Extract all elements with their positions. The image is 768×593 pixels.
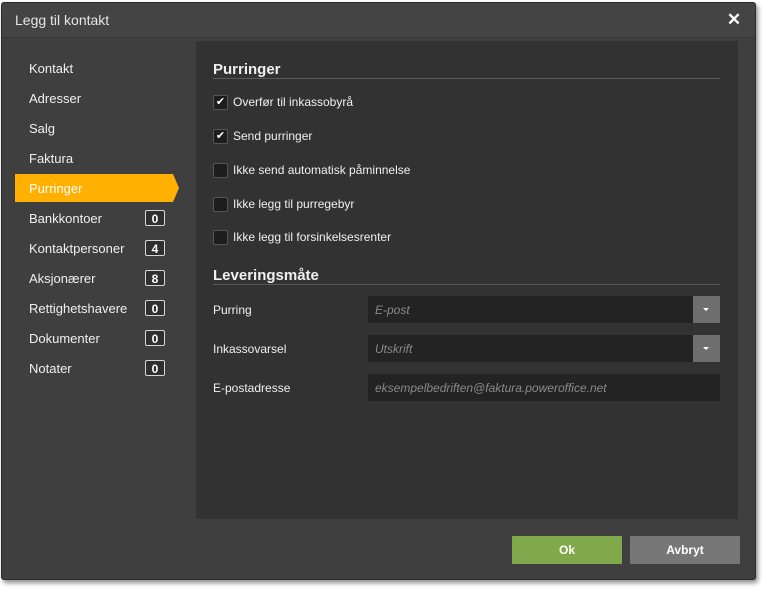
sidebar-item-bankkontoer[interactable]: Bankkontoer 0 [15, 204, 179, 232]
count-badge: 0 [145, 210, 165, 226]
chevron-down-icon[interactable] [693, 335, 720, 362]
sidebar-item-label: Kontaktpersoner [29, 241, 125, 256]
sidebar-item-label: Bankkontoer [29, 211, 102, 226]
option-label: Ikke legg til forsinkelsesrenter [233, 230, 392, 244]
sidebar-item-label: Faktura [29, 151, 74, 166]
inkassovarsel-label: Inkassovarsel [213, 342, 287, 356]
cancel-button[interactable]: Avbryt [630, 536, 740, 564]
section-title-leveringsmaate: Leveringsmåte [213, 267, 319, 284]
close-icon[interactable]: ✕ [725, 11, 743, 29]
sidebar-item-label: Kontakt [29, 61, 74, 76]
sidebar-item-dokumenter[interactable]: Dokumenter 0 [15, 324, 179, 352]
checkbox-checked[interactable]: ✔ [213, 95, 228, 110]
checkbox-checked[interactable]: ✔ [213, 129, 228, 144]
sidebar-item-label: Salg [29, 121, 56, 136]
option-label: Ikke send automatisk påminnelse [233, 163, 411, 177]
checkbox-unchecked[interactable] [213, 230, 228, 245]
checkbox-unchecked[interactable] [213, 197, 228, 212]
purring-select[interactable]: E-post [368, 296, 720, 323]
sidebar-item-aksjonaerer[interactable]: Aksjonærer 8 [15, 264, 179, 292]
sidebar-item-notater[interactable]: Notater 0 [15, 354, 179, 382]
purring-select-value: E-post [375, 303, 410, 317]
sidebar-item-label: Rettighetshavere [29, 301, 128, 316]
inkassovarsel-select[interactable]: Utskrift [368, 335, 720, 362]
sidebar-item-label: Dokumenter [29, 331, 100, 346]
option-label: Overfør til inkassobyrå [233, 95, 354, 109]
sidebar-item-label: Adresser [29, 91, 82, 106]
sidebar-item-label: Purringer [29, 181, 83, 196]
count-badge: 0 [145, 300, 165, 316]
count-badge: 4 [145, 240, 165, 256]
count-badge: 0 [145, 330, 165, 346]
sidebar-item-kontakt[interactable]: Kontakt [15, 54, 179, 82]
count-badge: 8 [145, 270, 165, 286]
ok-button[interactable]: Ok [512, 536, 622, 564]
inkassovarsel-select-value: Utskrift [375, 342, 413, 356]
sidebar-item-faktura[interactable]: Faktura [15, 144, 179, 172]
sidebar-item-adresser[interactable]: Adresser [15, 84, 179, 112]
section-title-purringer: Purringer [213, 61, 281, 78]
add-contact-dialog: Legg til kontakt ✕ Kontakt Adresser Salg… [1, 2, 756, 580]
content-panel: Purringer ✔ Overfør til inkassobyrå ✔ Se… [196, 41, 738, 519]
sidebar-item-salg[interactable]: Salg [15, 114, 179, 142]
option-label: Ikke legg til purregebyr [233, 197, 355, 211]
dialog-titlebar: Legg til kontakt ✕ [2, 3, 755, 38]
purring-label: Purring [213, 303, 252, 317]
section-divider [213, 78, 720, 79]
checkbox-unchecked[interactable] [213, 163, 228, 178]
sidebar-item-kontaktpersoner[interactable]: Kontaktpersoner 4 [15, 234, 179, 262]
sidebar-item-purringer[interactable]: Purringer [15, 174, 179, 202]
dialog-title: Legg til kontakt [15, 12, 110, 28]
epost-label: E-postadresse [213, 381, 291, 395]
sidebar-item-rettighetshavere[interactable]: Rettighetshavere 0 [15, 294, 179, 322]
count-badge: 0 [145, 360, 165, 376]
option-label: Send purringer [233, 129, 313, 143]
section-divider [213, 284, 720, 285]
email-field[interactable] [368, 374, 720, 401]
chevron-down-icon[interactable] [693, 296, 720, 323]
sidebar-item-label: Aksjonærer [29, 271, 96, 286]
sidebar-item-label: Notater [29, 361, 72, 376]
